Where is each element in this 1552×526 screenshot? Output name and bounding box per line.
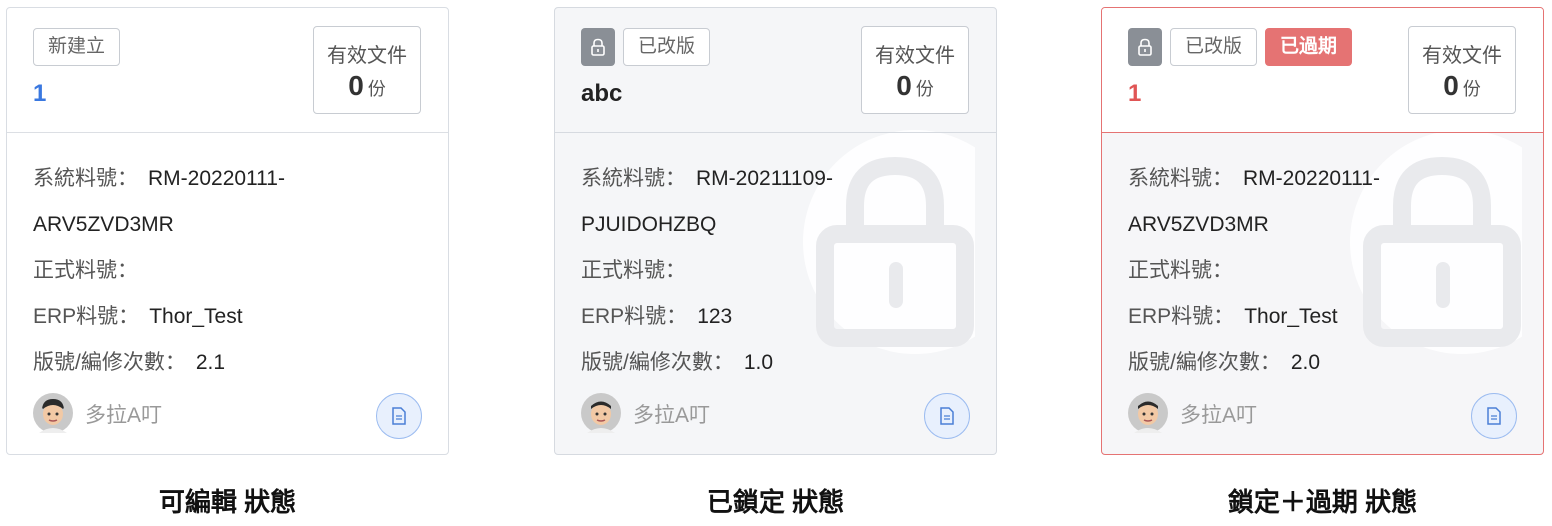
official-part-number-row: 正式料號：	[1128, 248, 1517, 294]
version-label: 版號/編修次數：	[1128, 351, 1281, 374]
card-footer: 多拉A叮	[581, 393, 970, 439]
valid-docs-count: 0份	[1409, 70, 1515, 102]
status-badge-expired: 已過期	[1265, 28, 1353, 66]
item-card-editable[interactable]: 新建立 1 有效文件 0份 系統料號： RM-20220111- ARV5ZVD3…	[6, 7, 449, 455]
avatar-icon	[581, 393, 621, 433]
erp-part-number-row: ERP料號： 123	[581, 294, 970, 340]
tag-row: 已改版	[581, 28, 711, 66]
official-part-number-row: 正式料號：	[33, 248, 422, 294]
card-header: 新建立 1 有效文件 0份	[7, 8, 448, 133]
card-body: 系統料號： RM-20220111- ARV5ZVD3MR 正式料號： ERP料號…	[33, 156, 422, 386]
document-icon	[1487, 407, 1501, 425]
tag-row: 新建立	[33, 28, 121, 66]
erp-part-number-row: ERP料號： Thor_Test	[1128, 294, 1517, 340]
official-part-number-label: 正式料號：	[581, 259, 686, 282]
version-row: 版號/編修次數： 1.0	[581, 340, 970, 386]
valid-docs-box[interactable]: 有效文件 0份	[313, 26, 421, 114]
erp-part-number-value: Thor_Test	[149, 305, 243, 328]
item-card-locked[interactable]: 已改版 abc 有效文件 0份 系統料號： RM-20211109- PJUIDO…	[554, 7, 997, 455]
card-name[interactable]: 1	[33, 80, 46, 108]
card-footer: 多拉A叮	[33, 393, 422, 439]
card-footer: 多拉A叮	[1128, 393, 1517, 439]
valid-docs-box[interactable]: 有效文件 0份	[861, 26, 969, 114]
system-part-number-row: 系統料號： RM-20211109-	[581, 156, 970, 202]
lock-icon	[1138, 38, 1152, 56]
valid-docs-unit: 份	[1462, 79, 1481, 99]
valid-docs-number: 0	[1443, 70, 1459, 101]
avatar-icon	[1128, 393, 1168, 433]
card-body: 系統料號： RM-20220111- ARV5ZVD3MR 正式料號： ERP料號…	[1128, 156, 1517, 386]
status-badge-revised: 已改版	[1170, 28, 1258, 66]
valid-docs-label: 有效文件	[875, 45, 955, 67]
document-icon	[940, 407, 954, 425]
lock-icon	[591, 38, 605, 56]
user-name: 多拉A叮	[633, 404, 711, 427]
document-button[interactable]	[376, 393, 422, 439]
caption-editable-state: 可編輯 狀態	[158, 487, 297, 517]
avatar-icon	[33, 393, 73, 433]
lock-badge	[1128, 28, 1162, 66]
user-name: 多拉A叮	[85, 404, 163, 427]
valid-docs-number: 0	[348, 70, 364, 101]
version-row: 版號/編修次數： 2.0	[1128, 340, 1517, 386]
document-icon	[392, 407, 406, 425]
valid-docs-number: 0	[896, 70, 912, 101]
user-name: 多拉A叮	[1180, 404, 1258, 427]
system-part-number-value-cont: ARV5ZVD3MR	[1128, 213, 1269, 236]
status-badge-revised: 已改版	[623, 28, 711, 66]
system-part-number-label: 系統料號：	[33, 167, 138, 190]
system-part-number-row: 系統料號： RM-20220111-	[33, 156, 422, 202]
system-part-number-value-cont: PJUIDOHZBQ	[581, 213, 717, 236]
system-part-number-value: RM-20211109-	[696, 167, 833, 190]
erp-part-number-value: Thor_Test	[1244, 305, 1338, 328]
system-part-number-value-cont: ARV5ZVD3MR	[33, 213, 174, 236]
valid-docs-count: 0份	[314, 70, 420, 102]
card-body: 系統料號： RM-20211109- PJUIDOHZBQ 正式料號： ERP料號…	[581, 156, 970, 386]
caption-locked-state: 已鎖定 狀態	[706, 487, 845, 517]
erp-part-number-value: 123	[697, 305, 733, 328]
lock-badge	[581, 28, 615, 66]
valid-docs-label: 有效文件	[1422, 45, 1502, 67]
version-row: 版號/編修次數： 2.1	[33, 340, 422, 386]
card-header: 已改版 abc 有效文件 0份	[555, 8, 996, 133]
card-name[interactable]: abc	[581, 80, 622, 108]
version-label: 版號/編修次數：	[33, 351, 186, 374]
document-button[interactable]	[924, 393, 970, 439]
erp-part-number-row: ERP料號： Thor_Test	[33, 294, 422, 340]
document-button[interactable]	[1471, 393, 1517, 439]
valid-docs-box[interactable]: 有效文件 0份	[1408, 26, 1516, 114]
official-part-number-label: 正式料號：	[1128, 259, 1233, 282]
card-name[interactable]: 1	[1128, 80, 1141, 108]
caption-locked-expired-state: 鎖定＋過期 狀態	[1227, 487, 1418, 517]
card-header: 已改版 已過期 1 有效文件 0份	[1102, 8, 1543, 133]
official-part-number-row: 正式料號：	[581, 248, 970, 294]
system-part-number-value: RM-20220111-	[148, 167, 285, 190]
system-part-number-label: 系統料號：	[581, 167, 686, 190]
valid-docs-unit: 份	[367, 79, 386, 99]
system-part-number-value: RM-20220111-	[1243, 167, 1380, 190]
erp-part-number-label: ERP料號：	[1128, 305, 1235, 328]
valid-docs-unit: 份	[915, 79, 934, 99]
version-label: 版號/編修次數：	[581, 351, 734, 374]
item-card-locked-expired[interactable]: 已改版 已過期 1 有效文件 0份 系統料號： RM-20220111- ARV5…	[1101, 7, 1544, 455]
system-part-number-row: 系統料號： RM-20220111-	[1128, 156, 1517, 202]
version-value: 1.0	[743, 351, 774, 374]
erp-part-number-label: ERP料號：	[33, 305, 140, 328]
status-badge-new: 新建立	[33, 28, 121, 66]
valid-docs-label: 有效文件	[327, 45, 407, 67]
tag-row: 已改版 已過期	[1128, 28, 1353, 66]
version-value: 2.0	[1290, 351, 1321, 374]
official-part-number-label: 正式料號：	[33, 259, 138, 282]
version-value: 2.1	[195, 351, 226, 374]
valid-docs-count: 0份	[862, 70, 968, 102]
system-part-number-label: 系統料號：	[1128, 167, 1233, 190]
erp-part-number-label: ERP料號：	[581, 305, 688, 328]
